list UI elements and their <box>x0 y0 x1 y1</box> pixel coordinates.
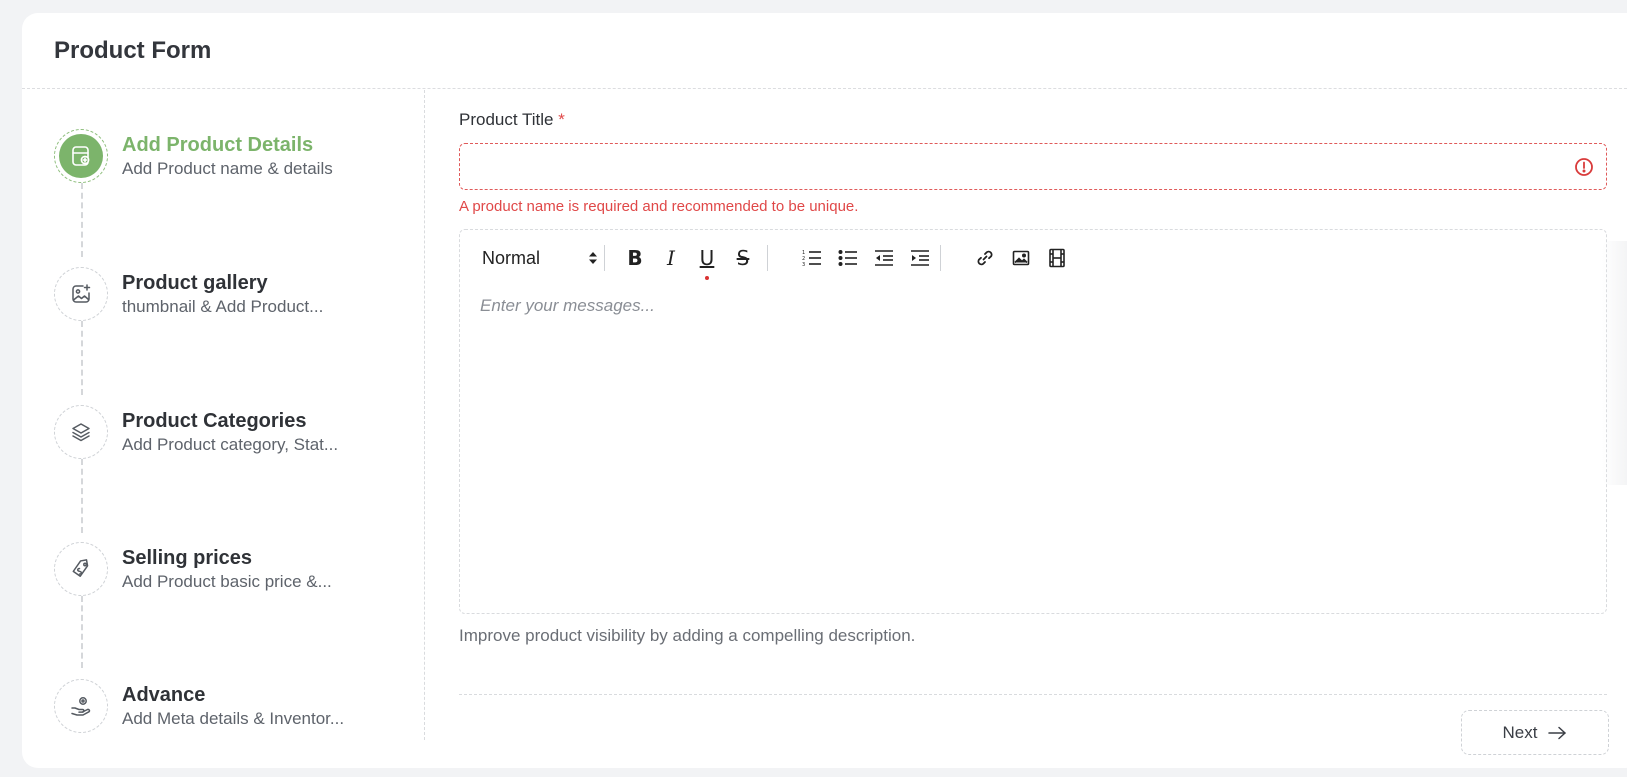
product-title-input[interactable] <box>460 144 1606 189</box>
step-product-gallery[interactable]: Product gallery thumbnail & Add Product.… <box>54 264 414 324</box>
gallery-add-icon <box>72 284 91 303</box>
page-title: Product Form <box>54 36 212 64</box>
link-icon <box>977 250 993 266</box>
editor-content[interactable]: Enter your messages... <box>460 286 1606 326</box>
step-subtitle: Add Product basic price &... <box>122 572 332 591</box>
video-button[interactable] <box>1039 243 1075 273</box>
step-indicator <box>54 267 108 321</box>
product-title-label-text: Product Title <box>459 110 554 129</box>
step-indicator <box>54 129 108 183</box>
step-title: Product gallery <box>122 272 268 294</box>
editor-placeholder: Enter your messages... <box>480 296 655 315</box>
product-title-error: A product name is required and recommend… <box>459 198 859 215</box>
step-subtitle: Add Meta details & Inventor... <box>122 709 345 728</box>
step-connector <box>81 596 83 668</box>
description-editor: Normal B I U S 1 2 3 Enter your messages… <box>459 229 1607 614</box>
price-tag-icon <box>72 559 89 577</box>
step-add-product-details[interactable]: Add Product Details Add Product name & d… <box>54 126 414 186</box>
product-title-field <box>459 143 1607 190</box>
step-title: Selling prices <box>122 547 253 569</box>
toolbar-separator <box>767 245 768 271</box>
video-icon <box>1049 248 1065 268</box>
link-button[interactable] <box>967 243 1003 273</box>
spellcheck-dot <box>705 276 709 280</box>
toolbar-separator <box>940 245 941 271</box>
indent-button[interactable] <box>902 243 938 273</box>
step-subtitle: Add Product category, Stat... <box>122 435 339 454</box>
step-title: Add Product Details <box>122 134 314 156</box>
indent-icon <box>911 250 929 266</box>
image-button[interactable] <box>1003 243 1039 273</box>
step-subtitle: thumbnail & Add Product... <box>122 297 324 316</box>
package-add-icon <box>72 146 90 166</box>
form-divider <box>459 694 1607 695</box>
step-selling-prices[interactable]: Selling prices Add Product basic price &… <box>54 539 414 599</box>
arrow-right-icon <box>1548 726 1567 739</box>
step-product-categories[interactable]: Product Categories Add Product category,… <box>54 402 414 462</box>
bullet-list-icon <box>838 249 857 267</box>
underline-button-label: U <box>699 246 715 270</box>
card-header: Product Form <box>22 13 1627 89</box>
step-title: Advance <box>122 684 206 706</box>
bullet-list-button[interactable] <box>830 243 866 273</box>
editor-toolbar: Normal B I U S 1 2 3 <box>460 230 1606 286</box>
strikethrough-button[interactable]: S <box>725 243 761 273</box>
error-icon <box>1575 158 1593 176</box>
ordered-list-button[interactable]: 1 2 3 <box>794 243 830 273</box>
step-connector <box>81 321 83 395</box>
step-advance[interactable]: Advance Add Meta details & Inventor... <box>54 676 414 736</box>
product-form-card: Product Form Add Product Details Add Pro… <box>22 13 1627 768</box>
step-indicator <box>54 542 108 596</box>
toolbar-separator <box>604 245 605 271</box>
step-subtitle: Add Product name & details <box>122 159 333 178</box>
side-panel-edge <box>1602 241 1627 485</box>
required-mark: * <box>558 110 565 129</box>
step-indicator <box>54 679 108 733</box>
step-title: Product Categories <box>122 410 307 432</box>
select-arrows-icon <box>589 252 597 264</box>
svg-text:3: 3 <box>802 262 805 267</box>
step-indicator <box>54 405 108 459</box>
format-select-value: Normal <box>482 247 541 268</box>
layers-icon <box>72 423 90 442</box>
outdent-icon <box>875 250 893 266</box>
step-connector <box>81 183 83 257</box>
step-connector <box>81 459 83 533</box>
next-button[interactable]: Next <box>1461 710 1609 755</box>
stepper: Add Product Details Add Product name & d… <box>22 90 425 740</box>
italic-button[interactable]: I <box>653 243 689 273</box>
format-select[interactable]: Normal <box>482 243 604 273</box>
bold-button[interactable]: B <box>617 243 653 273</box>
product-details-form: Product Title * A product name is requir… <box>459 90 1609 755</box>
outdent-button[interactable] <box>866 243 902 273</box>
ordered-list-icon: 1 2 3 <box>802 250 821 267</box>
hand-settings-icon <box>71 697 91 716</box>
underline-button[interactable]: U <box>689 243 725 280</box>
product-title-label: Product Title * <box>459 110 1609 130</box>
next-button-label: Next <box>1502 722 1538 742</box>
description-helper: Improve product visibility by adding a c… <box>459 626 916 645</box>
image-icon <box>1012 250 1030 266</box>
